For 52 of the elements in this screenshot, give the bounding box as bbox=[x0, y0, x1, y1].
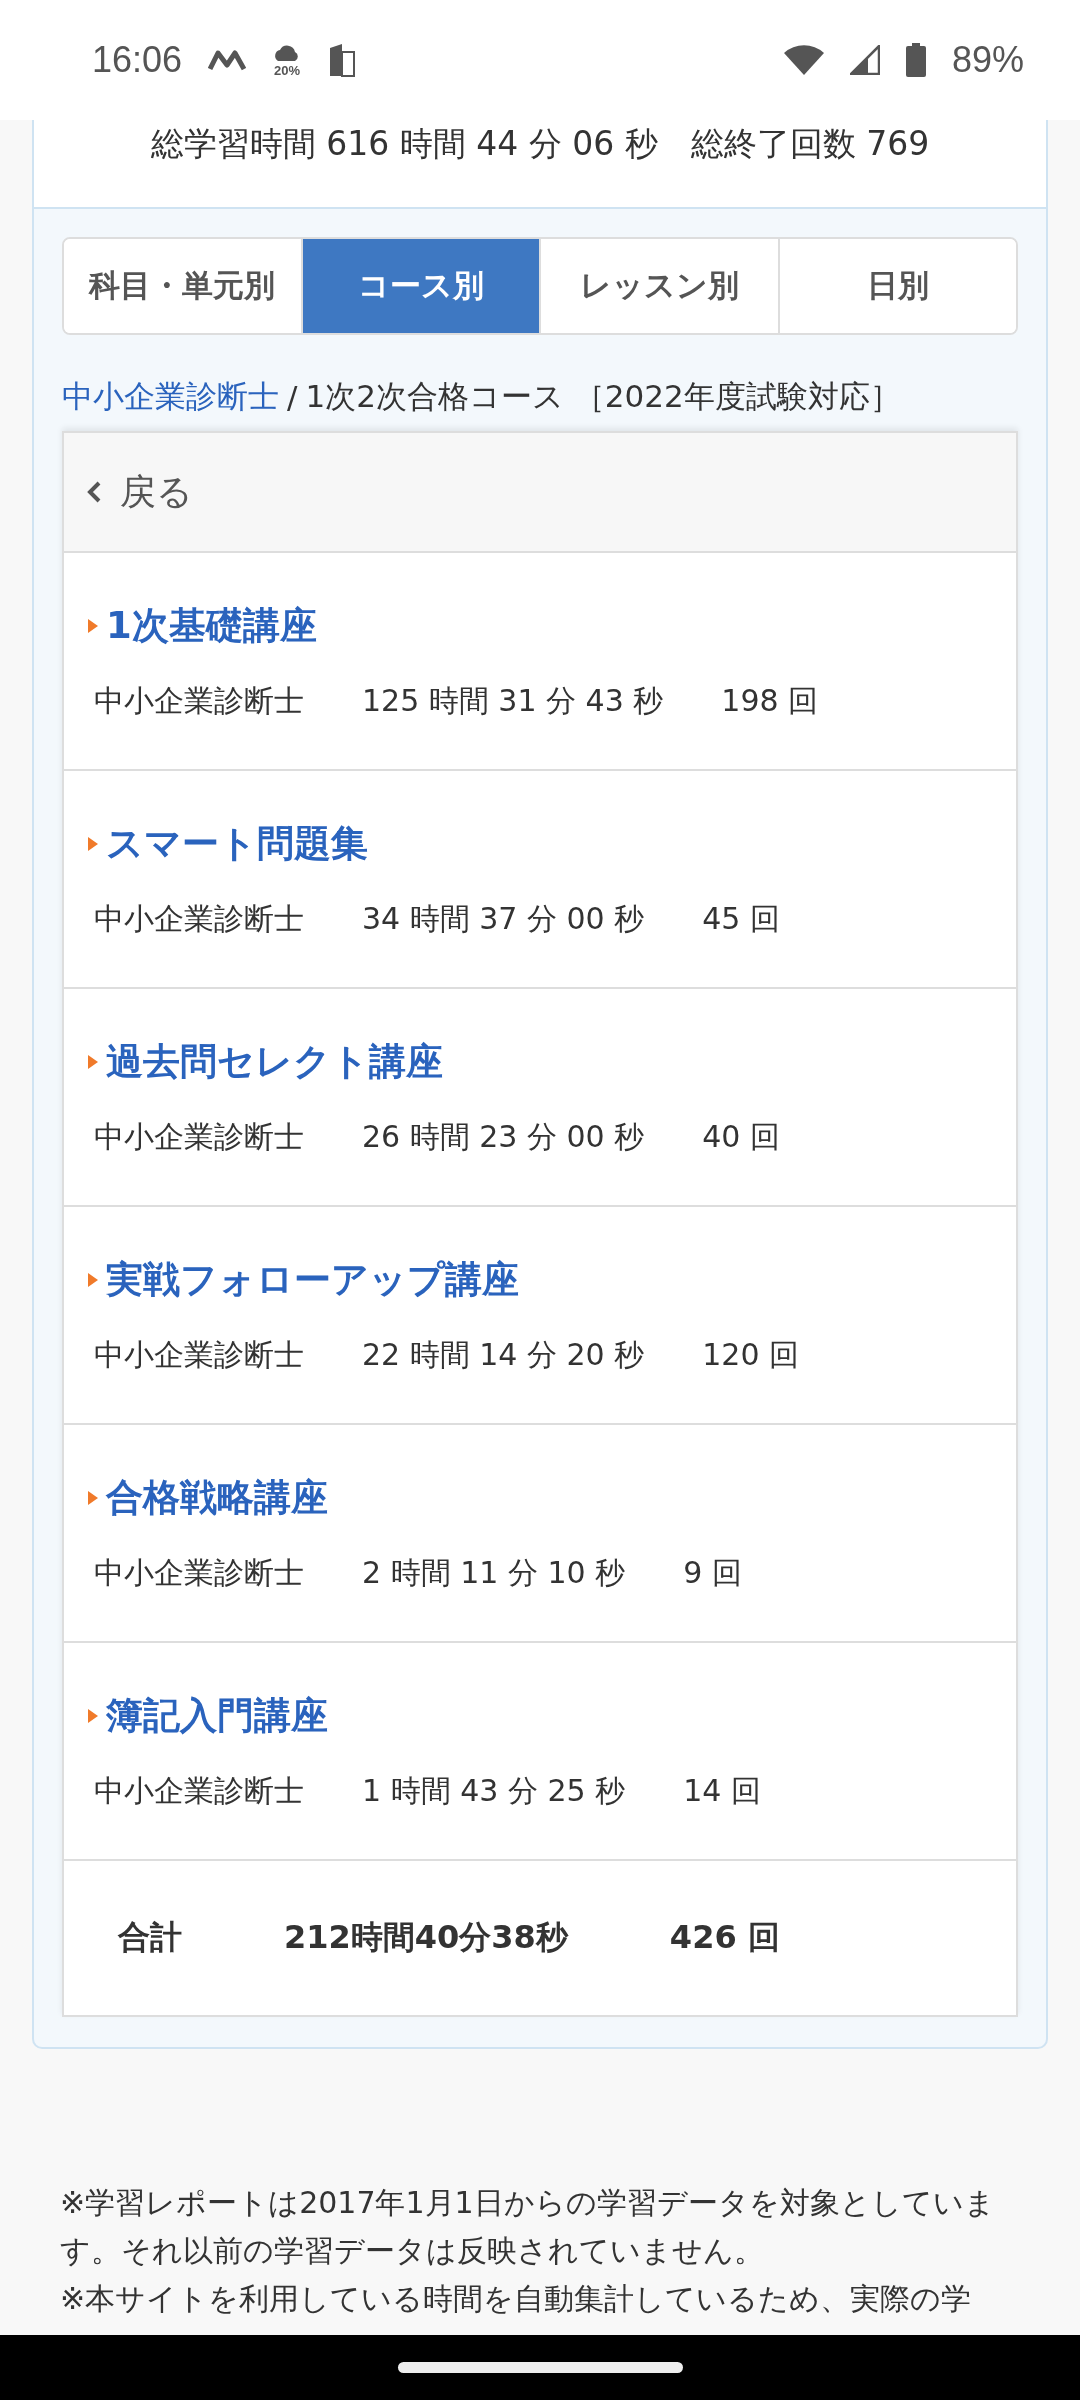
completion-count: 120 回 bbox=[702, 1335, 799, 1374]
completion-count: 198 回 bbox=[721, 681, 819, 720]
subject-name: 中小企業診断士 bbox=[94, 1335, 304, 1374]
chevron-left-icon bbox=[86, 480, 102, 504]
triangle-bullet-icon bbox=[88, 1488, 98, 1507]
subject-name: 中小企業診断士 bbox=[94, 1553, 304, 1592]
course-title-link[interactable]: 1次基礎講座 bbox=[106, 600, 317, 651]
rain-chance: 20% bbox=[274, 62, 301, 78]
home-handle[interactable] bbox=[397, 2362, 683, 2373]
completion-count: 45 回 bbox=[702, 899, 780, 938]
study-time: 125 時間 31 分 43 秒 bbox=[362, 681, 664, 720]
course-title-link[interactable]: スマート問題集 bbox=[106, 818, 368, 869]
subject-name: 中小企業診断士 bbox=[94, 899, 304, 938]
course-title-link[interactable]: 合格戦略講座 bbox=[106, 1472, 328, 1523]
subject-name: 中小企業診断士 bbox=[94, 1771, 304, 1810]
building-icon bbox=[328, 42, 357, 78]
triangle-bullet-icon bbox=[88, 834, 98, 853]
study-time: 1 時間 43 分 25 秒 bbox=[362, 1771, 626, 1810]
back-button[interactable]: 戻る bbox=[64, 433, 1016, 553]
completion-count: 9 回 bbox=[683, 1553, 742, 1592]
triangle-bullet-icon bbox=[88, 1052, 98, 1071]
subject-name: 中小企業診断士 bbox=[94, 1117, 304, 1156]
wifi-icon bbox=[783, 44, 824, 76]
battery-icon bbox=[905, 43, 926, 77]
triangle-bullet-icon bbox=[88, 1270, 98, 1289]
subject-name: 中小企業診断士 bbox=[94, 681, 304, 720]
breadcrumb-link[interactable]: 中小企業診断士 bbox=[62, 376, 279, 418]
triangle-bullet-icon bbox=[88, 616, 98, 635]
study-time: 2 時間 11 分 10 秒 bbox=[362, 1553, 626, 1592]
course-title-link[interactable]: 実戦フォローアップ講座 bbox=[106, 1254, 519, 1305]
tab[interactable]: コース別 bbox=[300, 239, 539, 333]
footnote: ※学習レポートは2017年1月1日からの学習データを対象としています。それ以前の学習データは反映されていません。 bbox=[60, 2184, 996, 2270]
study-time: 22 時間 14 分 20 秒 bbox=[362, 1335, 645, 1374]
study-time: 34 時間 37 分 00 秒 bbox=[362, 899, 645, 938]
course-title-link[interactable]: 簿記入門講座 bbox=[106, 1690, 328, 1741]
study-summary: 総学習時間 616 時間 44 分 06 秒 総終了回数 769 bbox=[150, 123, 930, 165]
breadcrumb-current: 1次2次合格コース ［2022年度試験対応］ bbox=[305, 377, 901, 416]
clock: 16:06 bbox=[92, 39, 183, 81]
triangle-bullet-icon bbox=[88, 1706, 98, 1725]
signal-icon bbox=[849, 45, 880, 75]
total-label: 合計 bbox=[118, 1917, 182, 1958]
tab[interactable]: 日別 bbox=[777, 239, 1016, 333]
battery-percent: 89% bbox=[951, 39, 1024, 81]
total-count: 426 回 bbox=[669, 1917, 780, 1958]
mountain-logo-icon bbox=[208, 49, 247, 71]
footnote: ※本サイトを利用している時間を自動集計しているため、実際の学 bbox=[60, 2280, 973, 2318]
completion-count: 40 回 bbox=[702, 1117, 780, 1156]
completion-count: 14 回 bbox=[683, 1771, 761, 1810]
study-time: 26 時間 23 分 00 秒 bbox=[362, 1117, 645, 1156]
course-title-link[interactable]: 過去問セレクト講座 bbox=[106, 1036, 443, 1087]
breadcrumb-separator: / bbox=[287, 379, 298, 415]
total-time: 212時間40分38秒 bbox=[284, 1917, 568, 1958]
